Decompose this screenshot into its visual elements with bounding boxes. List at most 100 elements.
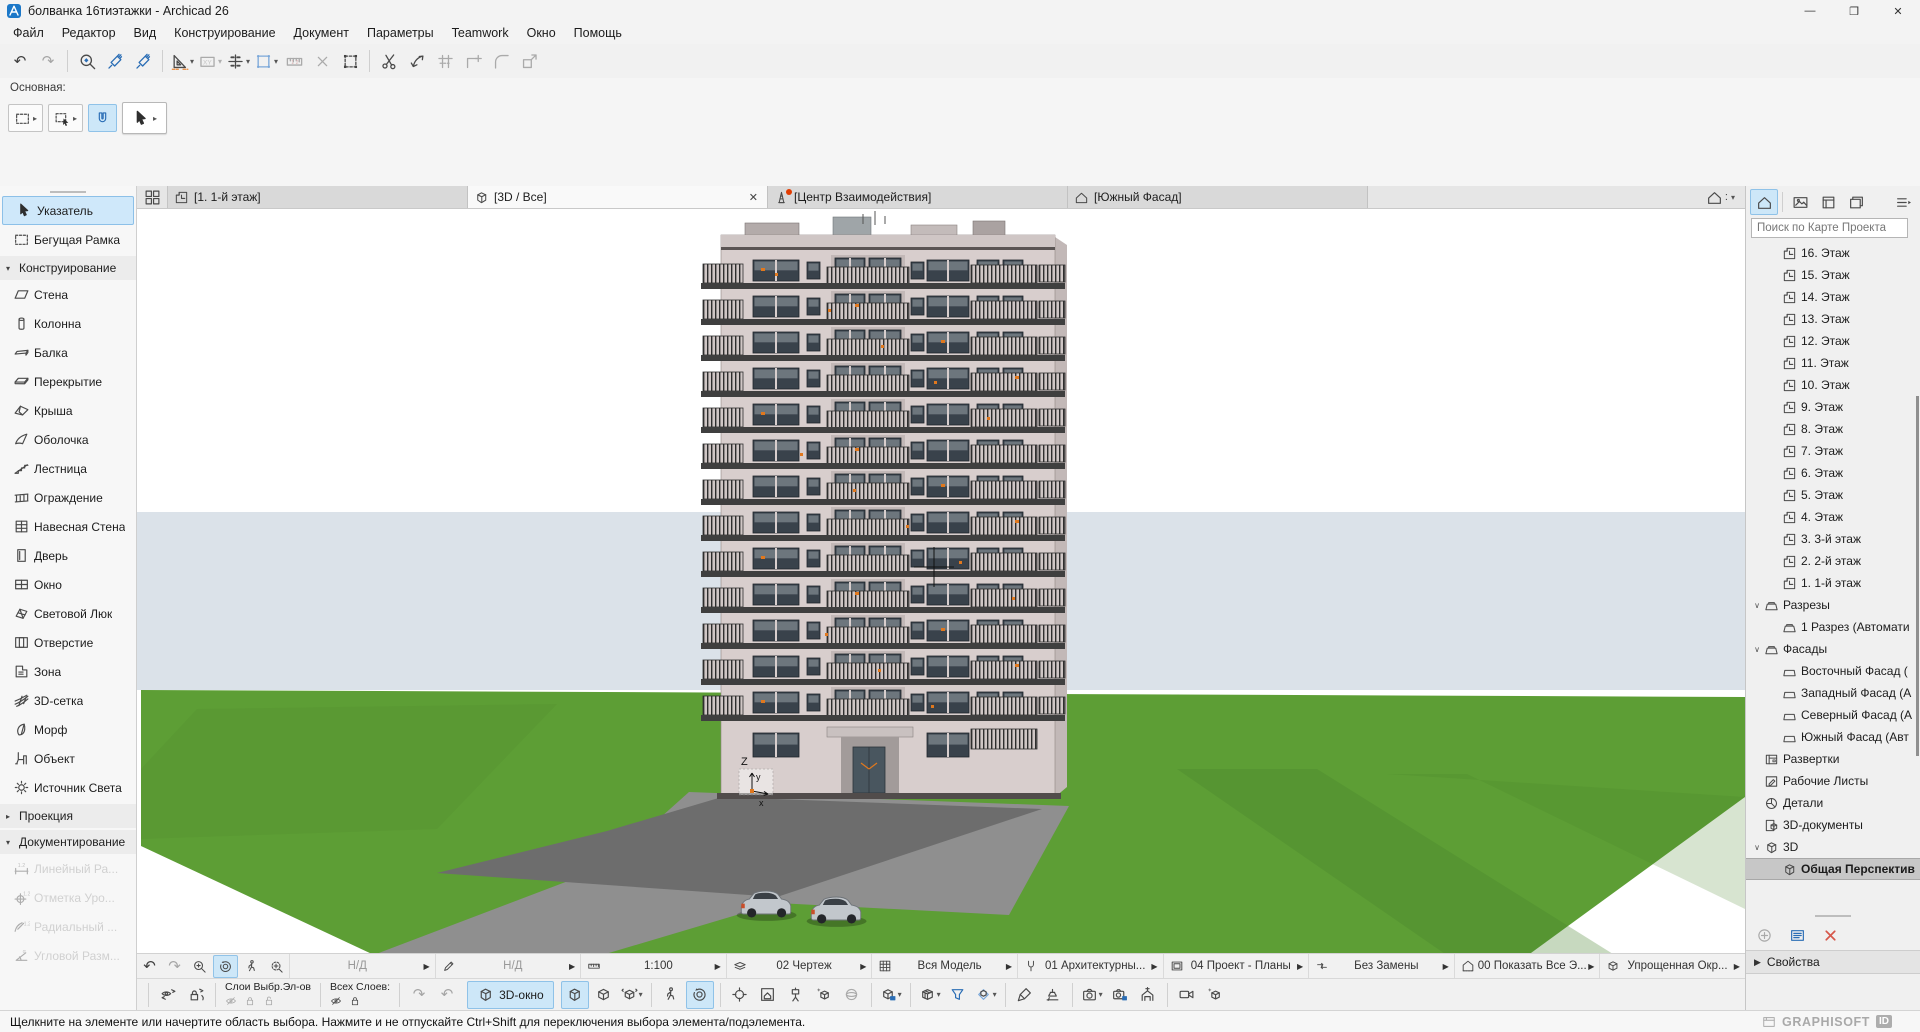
toolbox-grip[interactable] — [50, 191, 86, 193]
hide-selected-layer-icon[interactable] — [225, 995, 237, 1007]
trim-button[interactable] — [432, 48, 458, 74]
tab-south-elevation[interactable]: [Южный Фасад] — [1068, 186, 1368, 208]
beam-tool[interactable]: Балка — [0, 338, 136, 367]
add-viewpoint-button[interactable] — [1756, 927, 1773, 944]
photo-render-button[interactable]: ▾ — [1079, 982, 1105, 1008]
properties-section[interactable]: ▶ Свойства — [1746, 950, 1920, 974]
tab-overview-button[interactable] — [137, 186, 168, 208]
view-forward-button[interactable]: ↷ — [163, 956, 186, 977]
transfer-parameters-button[interactable] — [102, 48, 128, 74]
wall-tool[interactable]: Стена — [0, 280, 136, 309]
adjust-button[interactable] — [404, 48, 430, 74]
menu-item-7[interactable]: Окно — [518, 23, 565, 43]
tree-item-elevation-west[interactable]: Западный Фасад (А — [1746, 682, 1920, 704]
fillet-button[interactable] — [488, 48, 514, 74]
tab-floor-plan[interactable]: [1. 1-й этаж] — [168, 186, 468, 208]
lock-selected-layer-icon[interactable] — [244, 995, 256, 1007]
tree-item-floor-10[interactable]: 10. Этаж — [1746, 374, 1920, 396]
project-map-button[interactable] — [1750, 189, 1778, 215]
inject-parameters-button[interactable] — [130, 48, 156, 74]
tree-item-floor-12[interactable]: 12. Этаж — [1746, 330, 1920, 352]
pointer-button[interactable]: ▸ — [122, 102, 167, 134]
sun-settings-button[interactable] — [1135, 982, 1161, 1008]
tree-item-general-perspective[interactable]: Общая Перспектив — [1746, 858, 1920, 880]
snap-points-button[interactable]: ▾ — [225, 48, 251, 74]
skylight-tool[interactable]: Световой Люк — [0, 599, 136, 628]
tree-item-floor-16[interactable]: 16. Этаж — [1746, 242, 1920, 264]
marquee-favorites-button[interactable]: ▸ — [8, 104, 43, 132]
cutaway-3d-button[interactable]: ▾ — [973, 982, 999, 1008]
snap-guides-button[interactable]: ▾ — [253, 48, 279, 74]
scrollbar[interactable] — [1916, 396, 1919, 756]
rotate-model-button[interactable] — [839, 982, 865, 1008]
door-tool[interactable]: Дверь — [0, 541, 136, 570]
tree-item-section-auto-1[interactable]: 1 Разрез (Автомати — [1746, 616, 1920, 638]
section-projection[interactable]: ▸Проекция — [0, 804, 136, 828]
tree-item-worksheets[interactable]: Рабочие Листы — [1746, 770, 1920, 792]
fit-in-window-button[interactable] — [265, 956, 288, 977]
tree-item-floor-5[interactable]: 5. Этаж — [1746, 484, 1920, 506]
tree-item-floor-9[interactable]: 9. Этаж — [1746, 396, 1920, 418]
element-visibility-field[interactable]: 00 Показать Все Э...▶ — [1454, 954, 1600, 978]
menu-item-1[interactable]: Редактор — [53, 23, 125, 43]
tree-item-elevation-south[interactable]: Южный Фасад (Авт — [1746, 726, 1920, 748]
publisher-sets-button[interactable] — [1843, 190, 1869, 214]
model-filter-field[interactable]: Вся Модель▶ — [871, 954, 1017, 978]
close-tab-button[interactable]: ✕ — [746, 191, 761, 204]
perspective-view-button[interactable] — [561, 981, 589, 1009]
menu-item-3[interactable]: Конструирование — [165, 23, 284, 43]
orbit-button[interactable] — [213, 955, 238, 978]
tree-item-floor-2[interactable]: 2. 2-й этаж — [1746, 550, 1920, 572]
dimension-snap-button[interactable]: 1 2 — [281, 48, 307, 74]
undo-button[interactable]: ↶ — [7, 48, 33, 74]
magnet-button[interactable] — [88, 104, 117, 132]
paint-surface-button[interactable] — [1012, 982, 1038, 1008]
tree-item-floor-7[interactable]: 7. Этаж — [1746, 440, 1920, 462]
3d-viewport[interactable]: Zyx — [137, 209, 1745, 953]
scale-field[interactable]: 1:100▶ — [580, 954, 726, 978]
menu-item-5[interactable]: Параметры — [358, 23, 443, 43]
toggle-visibility-button[interactable] — [155, 982, 181, 1008]
zoom-in-button[interactable] — [188, 956, 211, 977]
railing-tool[interactable]: Ограждение — [0, 483, 136, 512]
mesh-3d-tool[interactable]: 3D-сетка — [0, 686, 136, 715]
tab-interaction-center[interactable]: [Центр Взаимодействия] — [768, 186, 1068, 208]
override-surface-button[interactable] — [1040, 982, 1066, 1008]
pen-preview-field[interactable]: Н/Д▶ — [435, 954, 581, 978]
menu-item-4[interactable]: Документ — [285, 23, 358, 43]
guide-lines-button[interactable]: ▾ — [169, 48, 195, 74]
tree-item-floor-11[interactable]: 11. Этаж — [1746, 352, 1920, 374]
look-to-button[interactable] — [727, 982, 753, 1008]
axonometry-view-button[interactable] — [591, 982, 617, 1008]
3d-window-button[interactable]: 3D-окно — [467, 981, 554, 1009]
toggle-lock-button[interactable] — [183, 982, 209, 1008]
pick-up-parameters-button[interactable] — [74, 48, 100, 74]
menu-item-0[interactable]: Файл — [4, 23, 53, 43]
render-preview-button[interactable] — [1202, 982, 1228, 1008]
pointer-tool[interactable]: Указатель — [2, 196, 134, 225]
navigator-menu-button[interactable] — [1890, 190, 1916, 214]
marquee-tool[interactable]: Бегущая Рамка — [0, 225, 136, 254]
tree-item-floor-4[interactable]: 4. Этаж — [1746, 506, 1920, 528]
unlock-all-layers-icon[interactable] — [349, 995, 361, 1007]
linear-dimension-tool[interactable]: 1.2Линейный Ра... — [0, 854, 136, 883]
tree-item-elevation-north[interactable]: Северный Фасад (А — [1746, 704, 1920, 726]
close-button[interactable]: ✕ — [1876, 0, 1920, 22]
light-source-tool[interactable]: Источник Света — [0, 773, 136, 802]
fly-through-button[interactable] — [1174, 982, 1200, 1008]
minimize-button[interactable]: — — [1788, 0, 1832, 22]
level-dimension-tool[interactable]: 1.2Отметка Уро... — [0, 883, 136, 912]
tree-item-floor-6[interactable]: 6. Этаж — [1746, 462, 1920, 484]
pen-set-field[interactable]: 02 Чертеж▶ — [726, 954, 872, 978]
tree-item-floor-15[interactable]: 15. Этаж — [1746, 264, 1920, 286]
object-tool[interactable]: Объект — [0, 744, 136, 773]
tab-3d-all[interactable]: [3D / Все]✕ — [468, 186, 768, 208]
redo-button[interactable]: ↷ — [35, 48, 61, 74]
layer-combination-field[interactable]: 04 Проект - Планы▶ — [1163, 954, 1309, 978]
zone-tool[interactable]: Зона — [0, 657, 136, 686]
render-settings-button[interactable] — [1107, 982, 1133, 1008]
tree-item-interior-elevations[interactable]: Развертки — [1746, 748, 1920, 770]
saved-views-field[interactable]: Н/Д▶ — [289, 954, 435, 978]
marquee-filter-3d-button[interactable] — [945, 982, 971, 1008]
curtain-wall-tool[interactable]: Навесная Стена — [0, 512, 136, 541]
